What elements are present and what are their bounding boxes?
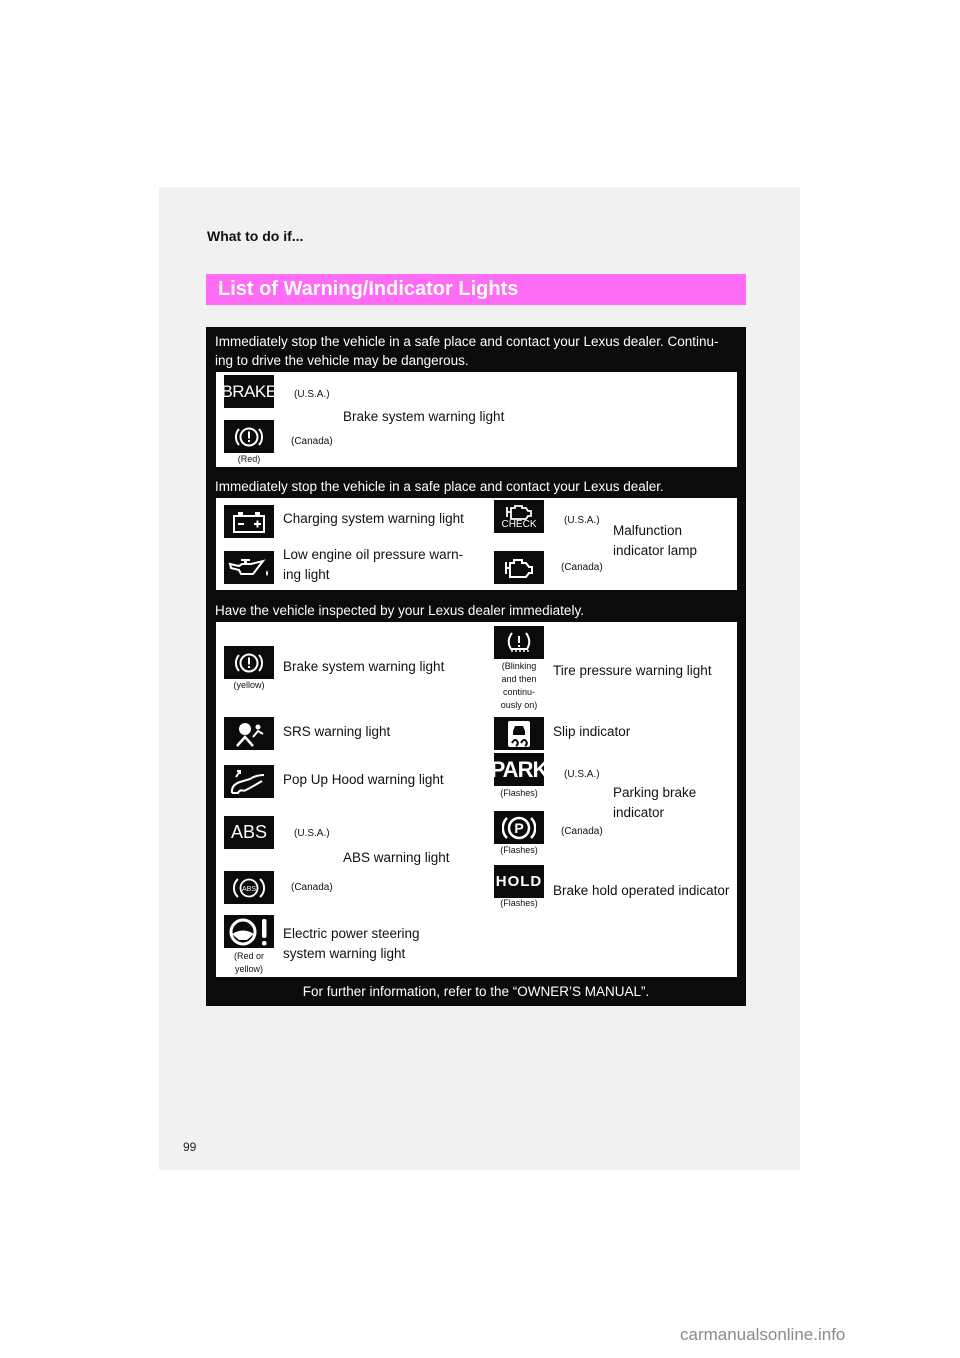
parking-brake-label: Parking brake indicator — [613, 783, 696, 823]
slip-icon — [494, 717, 544, 750]
engine-icon — [494, 551, 544, 584]
region-canada: (Canada) — [291, 436, 333, 447]
oil-can-icon — [224, 551, 274, 584]
oil-pressure-label-line-1: Low engine oil pressure warn- — [283, 547, 464, 562]
park-text-icon-label: PARK — [490, 756, 549, 782]
airbag-icon — [224, 717, 274, 750]
region-canada: (Canada) — [561, 562, 603, 573]
title-bar: List of Warning/Indicator Lights — [206, 274, 746, 305]
brake-exclamation-icon — [224, 420, 274, 453]
region-usa: (U.S.A.) — [564, 515, 600, 526]
group-1-header-line-2: ing to drive the vehicle may be dangerou… — [215, 353, 469, 368]
note-line: and then — [501, 674, 537, 684]
group-1-header-line-1: Immediately stop the vehicle in a safe p… — [215, 334, 719, 349]
brake-text-icon: BRAKE — [221, 375, 277, 408]
malfunction-indicator-label: Malfunction indicator lamp — [613, 521, 697, 561]
watermark: carmanualsonline.info — [680, 1325, 846, 1344]
slip-indicator-label: Slip indicator — [553, 724, 631, 739]
region-usa: (U.S.A.) — [564, 769, 600, 780]
engine-check-icon-label: CHECK — [501, 519, 537, 530]
brake-system-warning-label: Brake system warning light — [343, 409, 505, 424]
page-number: 99 — [183, 1140, 197, 1154]
parking-p-icon-label: P — [514, 820, 523, 836]
flashes-note: (Flashes) — [500, 898, 538, 908]
brake-text-icon-label: BRAKE — [221, 381, 277, 401]
abs-circle-icon-label: ABS — [242, 886, 256, 893]
flashes-note: (Flashes) — [500, 845, 538, 855]
malfunction-label-line-1: Malfunction — [613, 523, 683, 538]
eps-label-line-1: Electric power steering — [283, 926, 420, 941]
oil-pressure-label-line-2: ing light — [283, 567, 330, 582]
tire-pressure-note: (Blinking and then continu- ously on) — [494, 660, 544, 712]
abs-text-icon: ABS — [224, 816, 274, 849]
eps-warning-label: Electric power steering system warning l… — [283, 924, 420, 964]
region-usa: (U.S.A.) — [294, 828, 330, 839]
brake-exclamation-icon — [224, 646, 274, 679]
parking-brake-label-line-2: indicator — [613, 805, 665, 820]
srs-label: SRS warning light — [283, 724, 391, 739]
region-canada: (Canada) — [291, 882, 333, 893]
charging-system-label: Charging system warning light — [283, 511, 464, 526]
park-text-icon: PARK — [491, 753, 548, 786]
tire-pressure-label: Tire pressure warning light — [553, 663, 712, 678]
note-line: continu- — [502, 687, 536, 697]
section-label: What to do if... — [207, 228, 304, 244]
group-3-header: Have the vehicle inspected by your Lexus… — [215, 603, 584, 618]
hold-icon-label: HOLD — [495, 873, 543, 890]
color-note-red: (Red) — [237, 454, 261, 464]
group-1-panel: BRAKE (U.S.A.) (Red) (Canada) Brake syst… — [216, 372, 737, 467]
steering-warning-icon — [224, 915, 274, 948]
brake-system-yellow-label: Brake system warning light — [283, 659, 445, 674]
warning-lights-box: Immediately stop the vehicle in a safe p… — [206, 327, 746, 1006]
parking-brake-label-line-1: Parking brake — [613, 785, 697, 800]
region-canada: (Canada) — [561, 826, 603, 837]
note-line: (Blinking — [501, 661, 537, 671]
group-2-header: Immediately stop the vehicle in a safe p… — [215, 479, 664, 494]
eps-color-note: (Red or yellow) — [224, 950, 274, 976]
group-3-panel: (yellow) Brake system warning light (Bli… — [216, 622, 737, 977]
engine-check-icon: CHECK — [494, 500, 544, 533]
page-title: List of Warning/Indicator Lights — [218, 278, 519, 300]
note-line: yellow) — [234, 964, 263, 974]
region-usa: (U.S.A.) — [294, 389, 330, 400]
tire-pressure-icon — [494, 626, 544, 659]
color-note-yellow: (yellow) — [233, 680, 265, 690]
eps-label-line-2: system warning light — [283, 946, 406, 961]
flashes-note: (Flashes) — [500, 788, 538, 798]
parking-p-icon: P — [494, 811, 544, 844]
note-line: (Red or — [233, 951, 264, 961]
abs-text-icon-label: ABS — [230, 822, 268, 842]
group-2-panel: Charging system warning light Low engine… — [216, 498, 737, 590]
abs-warning-label: ABS warning light — [343, 850, 450, 865]
note-line: ously on) — [500, 700, 538, 710]
hold-icon: HOLD — [494, 865, 544, 898]
oil-pressure-label: Low engine oil pressure warn- ing light — [283, 545, 463, 585]
group-1-header: Immediately stop the vehicle in a safe p… — [215, 332, 719, 370]
battery-icon — [224, 505, 274, 538]
abs-circle-icon: ABS — [224, 871, 274, 904]
brake-hold-label: Brake hold operated indicator — [553, 883, 730, 898]
footer-note: For further information, refer to the “O… — [302, 984, 650, 999]
pop-up-hood-icon — [224, 765, 274, 798]
pop-up-hood-label: Pop Up Hood warning light — [283, 772, 444, 787]
malfunction-label-line-2: indicator lamp — [613, 543, 698, 558]
